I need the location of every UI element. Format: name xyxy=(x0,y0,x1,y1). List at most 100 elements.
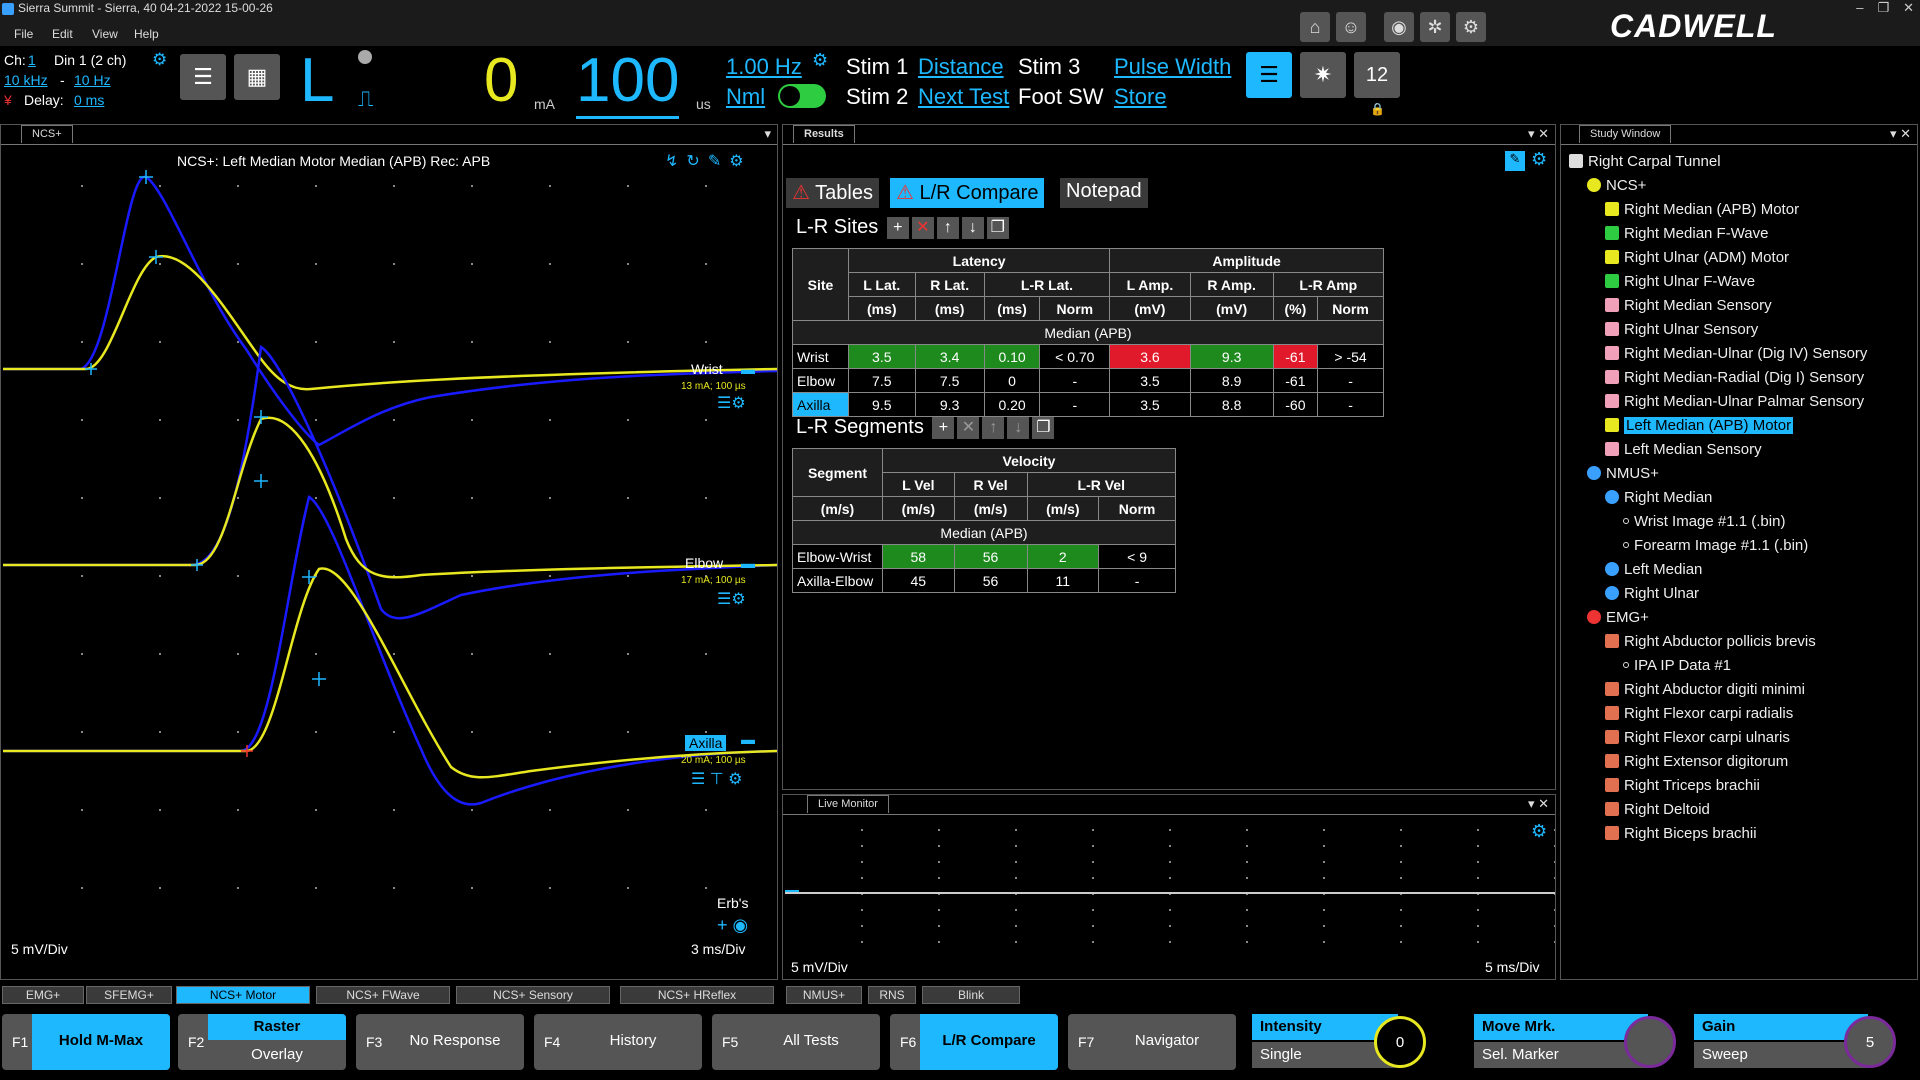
step-tab[interactable]: SFEMG+ xyxy=(86,986,172,1004)
timebase-label[interactable]: 3 ms/Div xyxy=(691,941,745,957)
maximize-button[interactable]: ❐ xyxy=(1877,0,1889,16)
copy-button[interactable]: ❐ xyxy=(986,216,1009,239)
study-tree-item[interactable]: Right Extensor digitorum xyxy=(1605,753,1788,770)
trace-label-elbow[interactable]: Elbow xyxy=(685,555,723,571)
intensity-value[interactable]: 0 xyxy=(484,46,518,116)
study-tree-item[interactable]: Right Deltoid xyxy=(1605,801,1710,818)
study-tree-item[interactable]: Right Median-Ulnar (Dig IV) Sensory xyxy=(1605,345,1867,362)
page-badge-icon[interactable]: 12 xyxy=(1354,52,1400,98)
menu-edit[interactable]: Edit xyxy=(52,27,73,41)
live-sensitivity-label[interactable]: 5 mV/Div xyxy=(791,959,848,975)
wrist-settings-gear-icon[interactable]: ☰⚙ xyxy=(717,393,746,413)
table-row[interactable]: Elbow-Wrist 58 56 2 < 9 xyxy=(792,544,1176,569)
channel-link[interactable]: 1 xyxy=(28,52,36,68)
pulse-width-link[interactable]: Pulse Width xyxy=(1114,54,1231,80)
store-link[interactable]: Store xyxy=(1114,84,1167,110)
calculator-icon[interactable]: ▦ xyxy=(234,54,280,100)
results-tab[interactable]: Results xyxy=(793,125,855,143)
step-tab[interactable]: NCS+ Motor xyxy=(176,986,310,1004)
study-tree-item[interactable]: Right Median-Ulnar Palmar Sensory xyxy=(1605,393,1864,410)
study-tree-item[interactable]: NCS+ xyxy=(1587,177,1646,194)
study-tree-item[interactable]: Right Median F-Wave xyxy=(1605,225,1769,242)
step-tab[interactable]: Blink xyxy=(922,986,1020,1004)
stim-side-indicator[interactable]: L xyxy=(300,46,334,116)
study-tree-item[interactable]: Right Median xyxy=(1605,489,1712,506)
delete-segment-button[interactable]: ✕ xyxy=(957,416,980,439)
delete-site-button[interactable]: ✕ xyxy=(911,216,934,239)
seg-move-up-button[interactable]: ↑ xyxy=(982,416,1005,439)
elbow-settings-gear-icon[interactable]: ☰⚙ xyxy=(717,589,746,609)
study-tree-item[interactable]: NMUS+ xyxy=(1587,465,1659,482)
menu-help[interactable]: Help xyxy=(134,27,159,41)
study-tree-item[interactable]: Right Ulnar xyxy=(1605,585,1699,602)
step-tab[interactable]: NMUS+ xyxy=(786,986,862,1004)
fkey-button[interactable]: F6 L/R Compare xyxy=(890,1014,1058,1070)
add-segment-button[interactable]: + xyxy=(932,416,955,439)
step-tab[interactable]: EMG+ xyxy=(2,986,84,1004)
knob-dial[interactable]: 5 xyxy=(1844,1016,1896,1068)
study-tree-item[interactable]: Forearm Image #1.1 (.bin) xyxy=(1623,537,1808,554)
star-burst-icon[interactable]: ✷ xyxy=(1300,52,1346,98)
settings-gear-icon[interactable]: ⚙ xyxy=(1456,12,1486,42)
study-tree-item[interactable]: Left Median Sensory xyxy=(1605,441,1762,458)
knob-control[interactable]: Intensity Single 0 xyxy=(1252,1014,1428,1070)
high-filter-link[interactable]: 10 kHz xyxy=(4,72,48,88)
menu-view[interactable]: View xyxy=(92,27,118,41)
study-tree-item[interactable]: Right Abductor digiti minimi xyxy=(1605,681,1805,698)
duration-value[interactable]: 100 xyxy=(576,46,680,119)
step-tab[interactable]: NCS+ Sensory xyxy=(456,986,610,1004)
next-test-link[interactable]: Next Test xyxy=(918,84,1009,110)
seg-move-down-button[interactable]: ↓ xyxy=(1007,416,1030,439)
sensitivity-label[interactable]: 5 mV/Div xyxy=(11,941,68,957)
study-tree-item[interactable]: Right Biceps brachii xyxy=(1605,825,1757,842)
camera-icon[interactable]: ◉ xyxy=(1384,12,1414,42)
tab-tables[interactable]: ⚠ Tables xyxy=(786,178,879,208)
trace-label-axilla[interactable]: Axilla xyxy=(685,735,727,751)
stim-mode-link[interactable]: Nml xyxy=(726,84,765,110)
distance-link[interactable]: Distance xyxy=(918,54,1004,80)
knob-control[interactable]: Gain Sweep 5 xyxy=(1694,1014,1898,1070)
study-tree-item[interactable]: Right Carpal Tunnel xyxy=(1569,153,1721,170)
fkey-button[interactable]: F5 All Tests xyxy=(712,1014,880,1070)
add-site-button[interactable]: + xyxy=(886,216,909,239)
results-close-icon[interactable]: ▾ ✕ xyxy=(1528,126,1549,142)
seg-copy-button[interactable]: ❐ xyxy=(1032,416,1055,439)
study-tree-item[interactable]: Right Ulnar Sensory xyxy=(1605,321,1758,338)
tab-notepad[interactable]: Notepad xyxy=(1060,178,1148,208)
refresh-icon[interactable]: ↻ xyxy=(686,153,707,170)
home-icon[interactable]: ⌂ xyxy=(1300,12,1330,42)
network-icon[interactable]: ✲ xyxy=(1420,12,1450,42)
table-row[interactable]: Wrist 3.5 3.4 0.10 < 0.70 3.6 9.3 -61 > … xyxy=(792,344,1384,369)
study-tree-item[interactable]: Right Triceps brachii xyxy=(1605,777,1760,794)
study-window-tab[interactable]: Study Window xyxy=(1579,125,1672,143)
close-button[interactable]: ✕ xyxy=(1903,0,1914,16)
live-monitor-tab[interactable]: Live Monitor xyxy=(807,795,889,813)
stim-rate-link[interactable]: 1.00 Hz xyxy=(726,54,802,80)
study-tree-item[interactable]: Left Median (APB) Motor xyxy=(1605,417,1794,434)
step-tab[interactable]: RNS xyxy=(868,986,916,1004)
study-tree-item[interactable]: Right Ulnar F-Wave xyxy=(1605,273,1755,290)
study-tree-item[interactable]: EMG+ xyxy=(1587,609,1649,626)
waveform-settings-gear-icon[interactable]: ⚙ xyxy=(729,153,751,170)
low-filter-link[interactable]: 10 Hz xyxy=(74,72,111,88)
fkey-button[interactable]: F2 Raster Overlay xyxy=(178,1014,346,1070)
step-tab[interactable]: NCS+ HReflex xyxy=(620,986,774,1004)
tab-lr-compare[interactable]: ⚠ L/R Compare xyxy=(890,178,1045,208)
study-tree-item[interactable]: Wrist Image #1.1 (.bin) xyxy=(1623,513,1785,530)
move-up-button[interactable]: ↑ xyxy=(936,216,959,239)
knob-dial[interactable]: 0 xyxy=(1374,1016,1426,1068)
marker-icon[interactable]: ✎ xyxy=(708,153,729,170)
patient-list-icon[interactable]: ☰ xyxy=(180,54,226,100)
table-row[interactable]: Elbow 7.5 7.5 0 - 3.5 8.9 -61 - xyxy=(792,368,1384,393)
erbs-label[interactable]: Erb's xyxy=(717,895,748,911)
live-monitor-close-icon[interactable]: ▾ ✕ xyxy=(1528,796,1549,812)
knob-control[interactable]: Move Mrk. Sel. Marker xyxy=(1474,1014,1678,1070)
study-tree-item[interactable]: IPA IP Data #1 xyxy=(1623,657,1731,674)
study-tree-item[interactable]: Right Flexor carpi ulnaris xyxy=(1605,729,1790,746)
live-timebase-label[interactable]: 5 ms/Div xyxy=(1485,959,1539,975)
study-tree-item[interactable]: Right Abductor pollicis brevis xyxy=(1605,633,1816,650)
table-row[interactable]: Axilla 9.5 9.3 0.20 - 3.5 8.8 -60 - xyxy=(792,392,1384,417)
fkey-button[interactable]: F4 History xyxy=(534,1014,702,1070)
fkey-button[interactable]: F7 Navigator xyxy=(1068,1014,1236,1070)
study-tree-item[interactable]: Right Median Sensory xyxy=(1605,297,1772,314)
